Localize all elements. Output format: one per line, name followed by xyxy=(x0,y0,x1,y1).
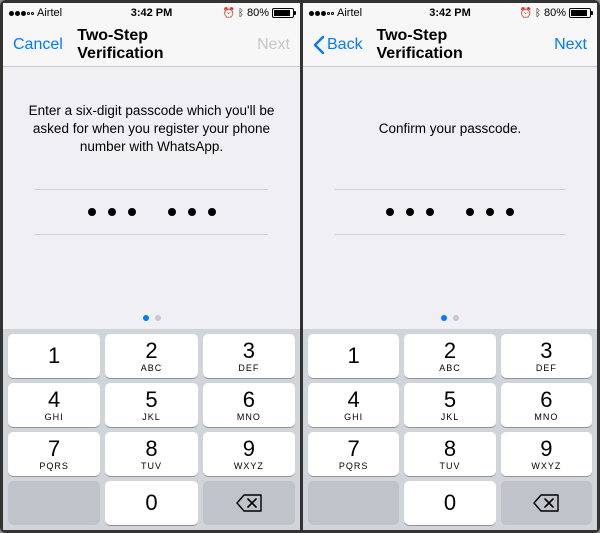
cancel-button[interactable]: Cancel xyxy=(11,32,65,58)
key-0[interactable]: 0 xyxy=(105,481,197,525)
page-title: Two-Step Verification xyxy=(77,27,226,63)
nav-bar: Back Two-Step Verification Next xyxy=(303,23,597,67)
battery-icon xyxy=(272,8,294,18)
screen-confirm-passcode: Airtel 3:42 PM ⏰ ᛒ 80% Back Two-Step Ver… xyxy=(300,3,597,530)
backspace-icon xyxy=(533,494,559,512)
nav-left-label: Cancel xyxy=(13,36,63,54)
bluetooth-icon: ᛒ xyxy=(535,8,541,19)
clock-label: 3:42 PM xyxy=(131,7,173,19)
prompt-text: Enter a six-digit passcode which you'll … xyxy=(25,99,278,159)
content-area: Enter a six-digit passcode which you'll … xyxy=(3,67,300,235)
battery-icon xyxy=(569,8,591,18)
passcode-dot xyxy=(128,208,136,216)
page-dot xyxy=(453,315,459,321)
passcode-dot xyxy=(168,208,176,216)
key-blank xyxy=(308,481,399,525)
passcode-dot xyxy=(188,208,196,216)
backspace-icon xyxy=(236,494,262,512)
numeric-keypad: 1 2ABC 3DEF 4GHI 5JKL 6MNO 7PQRS 8TUV 9W… xyxy=(303,329,597,530)
passcode-dot xyxy=(506,208,514,216)
key-4[interactable]: 4GHI xyxy=(308,383,399,427)
key-7[interactable]: 7PQRS xyxy=(8,432,100,476)
passcode-dot xyxy=(108,208,116,216)
page-dot xyxy=(143,315,149,321)
passcode-dot xyxy=(426,208,434,216)
page-dot xyxy=(155,315,161,321)
passcode-input[interactable] xyxy=(35,189,268,235)
clock-label: 3:42 PM xyxy=(429,7,471,19)
page-title: Two-Step Verification xyxy=(377,27,524,63)
carrier-label: Airtel xyxy=(337,7,362,19)
page-indicator xyxy=(3,305,300,329)
passcode-input[interactable] xyxy=(335,189,565,235)
key-8[interactable]: 8TUV xyxy=(105,432,197,476)
prompt-text: Confirm your passcode. xyxy=(325,99,575,159)
key-3[interactable]: 3DEF xyxy=(501,334,592,378)
page-indicator xyxy=(303,305,597,329)
key-9[interactable]: 9WXYZ xyxy=(501,432,592,476)
screen-enter-passcode: Airtel 3:42 PM ⏰ ᛒ 80% Cancel Two-Step V… xyxy=(3,3,300,530)
key-7[interactable]: 7PQRS xyxy=(308,432,399,476)
key-9[interactable]: 9WXYZ xyxy=(203,432,295,476)
page-dot xyxy=(441,315,447,321)
battery-percent-label: 80% xyxy=(544,7,566,19)
key-blank xyxy=(8,481,100,525)
key-1[interactable]: 1 xyxy=(8,334,100,378)
numeric-keypad: 1 2ABC 3DEF 4GHI 5JKL 6MNO 7PQRS 8TUV 9W… xyxy=(3,329,300,530)
status-bar: Airtel 3:42 PM ⏰ ᛒ 80% xyxy=(303,3,597,23)
content-area: Confirm your passcode. xyxy=(303,67,597,235)
signal-strength-icon xyxy=(309,11,334,16)
chevron-left-icon xyxy=(313,36,325,54)
key-4[interactable]: 4GHI xyxy=(8,383,100,427)
bluetooth-icon: ᛒ xyxy=(238,8,244,19)
signal-strength-icon xyxy=(9,11,34,16)
alarm-icon: ⏰ xyxy=(223,8,235,19)
passcode-dot xyxy=(386,208,394,216)
back-button[interactable]: Back xyxy=(311,32,365,58)
carrier-label: Airtel xyxy=(37,7,62,19)
next-button[interactable]: Next xyxy=(255,32,292,58)
key-1[interactable]: 1 xyxy=(308,334,399,378)
passcode-dot xyxy=(208,208,216,216)
key-2[interactable]: 2ABC xyxy=(105,334,197,378)
key-backspace[interactable] xyxy=(203,481,295,525)
key-5[interactable]: 5JKL xyxy=(404,383,495,427)
nav-left-label: Back xyxy=(327,36,363,54)
key-8[interactable]: 8TUV xyxy=(404,432,495,476)
passcode-dot xyxy=(466,208,474,216)
alarm-icon: ⏰ xyxy=(520,8,532,19)
key-0[interactable]: 0 xyxy=(404,481,495,525)
passcode-dot xyxy=(486,208,494,216)
key-3[interactable]: 3DEF xyxy=(203,334,295,378)
passcode-dot xyxy=(88,208,96,216)
key-5[interactable]: 5JKL xyxy=(105,383,197,427)
key-6[interactable]: 6MNO xyxy=(203,383,295,427)
nav-right-label: Next xyxy=(257,36,290,54)
key-2[interactable]: 2ABC xyxy=(404,334,495,378)
battery-percent-label: 80% xyxy=(247,7,269,19)
status-bar: Airtel 3:42 PM ⏰ ᛒ 80% xyxy=(3,3,300,23)
nav-right-label: Next xyxy=(554,36,587,54)
next-button[interactable]: Next xyxy=(552,32,589,58)
key-6[interactable]: 6MNO xyxy=(501,383,592,427)
key-backspace[interactable] xyxy=(501,481,592,525)
nav-bar: Cancel Two-Step Verification Next xyxy=(3,23,300,67)
passcode-dot xyxy=(406,208,414,216)
